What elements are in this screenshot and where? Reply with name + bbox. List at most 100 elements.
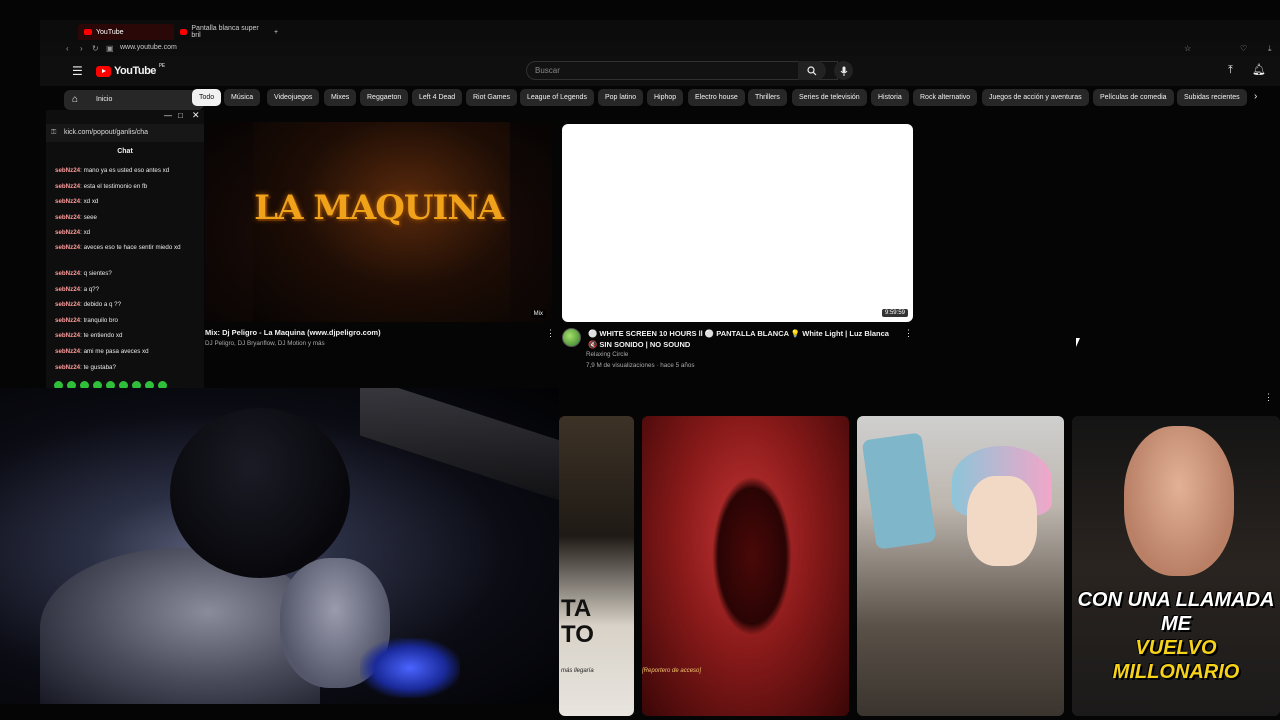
chip[interactable]: Reggaeton: [360, 89, 409, 106]
video-title-line: ⚪ WHITE SCREEN 10 HOURS ll ⚪ PANTALLA BL…: [588, 329, 889, 338]
notifications-icon[interactable]: 🔔︎: [1252, 63, 1266, 76]
youtube-play-icon: [96, 65, 111, 77]
chat-message: sebNz24: debido a q ??: [55, 300, 195, 309]
heart-icon[interactable]: ♡: [1240, 44, 1247, 53]
search-icon: [807, 65, 817, 75]
reload-icon[interactable]: ↻: [92, 44, 99, 53]
keyboard-light: [360, 638, 460, 698]
chip[interactable]: Pop latino: [598, 89, 644, 106]
chat-message: sebNz24: q sientes?: [55, 269, 195, 278]
chip[interactable]: Videojuegos: [267, 89, 320, 106]
short-caption: CON UNA LLAMADA ME VUELVO MILLONARIO: [1072, 588, 1280, 684]
new-tab-button[interactable]: +: [268, 24, 284, 40]
chip[interactable]: Subidas recientes: [1177, 89, 1247, 106]
chip[interactable]: Hiphop: [647, 89, 684, 106]
video-thumbnail[interactable]: LA MAQUINA Mix: [205, 122, 552, 322]
chip[interactable]: Left 4 Dead: [412, 89, 463, 106]
phone-image: [861, 432, 937, 550]
person-head: [1124, 426, 1234, 576]
tab-label: YouTube: [96, 28, 124, 36]
chip[interactable]: Juegos de acción y aventuras: [982, 89, 1089, 106]
chip[interactable]: Mixes: [324, 89, 357, 106]
chat-text: te entiendo xd: [83, 332, 123, 339]
chat-username[interactable]: sebNz24: [55, 229, 80, 236]
short-overlay-text: TA TO: [561, 595, 594, 648]
channel-avatar[interactable]: [562, 328, 581, 347]
chip[interactable]: Electro house: [688, 89, 745, 106]
tab-youtube[interactable]: YouTube: [78, 24, 174, 40]
sidebar-item-home[interactable]: ⌂ Inicio: [64, 90, 204, 110]
chat-text: debido a q ??: [83, 301, 122, 308]
back-icon[interactable]: ‹: [66, 44, 69, 53]
channel-name[interactable]: Relaxing Circle: [586, 351, 628, 358]
chat-username[interactable]: sebNz24: [55, 286, 80, 293]
chat-username[interactable]: sebNz24: [55, 270, 80, 277]
chip[interactable]: Películas de comedia: [1093, 89, 1174, 106]
chip[interactable]: Thrillers: [748, 89, 787, 106]
popup-url[interactable]: kick.com/popout/ganlis/cha: [46, 124, 204, 142]
upload-icon[interactable]: ⤒: [1228, 64, 1233, 77]
webcam-overlay: [0, 388, 559, 704]
home-icon: ⌂: [72, 94, 79, 105]
chevron-right-icon[interactable]: ›: [1254, 91, 1257, 102]
chat-username[interactable]: sebNz24: [55, 301, 80, 308]
tab-pantalla-blanca[interactable]: Pantalla blanca super bril: [174, 24, 270, 40]
webcam-person-head: [170, 408, 350, 578]
chat-username[interactable]: sebNz24: [55, 348, 80, 355]
person-face: [967, 476, 1037, 566]
chat-username[interactable]: sebNz24: [55, 214, 80, 221]
chip[interactable]: Series de televisión: [792, 89, 867, 106]
close-icon[interactable]: ✕: [192, 110, 200, 121]
more-options-icon[interactable]: ⋮: [546, 328, 555, 339]
more-options-icon[interactable]: ⋮: [1264, 392, 1273, 403]
chat-message: sebNz24: tranquilo bro: [55, 316, 195, 325]
video-meta: DJ Peligro, DJ Bryanflow, DJ Motion y má…: [205, 340, 325, 347]
short-thumbnail[interactable]: [857, 416, 1064, 716]
search-input[interactable]: Buscar: [526, 61, 838, 80]
chip[interactable]: Música: [224, 89, 261, 106]
menu-icon[interactable]: ☰: [72, 64, 83, 78]
more-options-icon[interactable]: ⋮: [904, 328, 913, 339]
chat-username[interactable]: sebNz24: [55, 167, 80, 174]
chat-username[interactable]: sebNz24: [55, 198, 80, 205]
search-button[interactable]: [798, 61, 826, 80]
video-thumbnail[interactable]: 9:59:59: [562, 124, 913, 322]
address-bar: ‹ › ↻ ▣ www.youtube.com ☆ ♡ ⤓: [40, 42, 1280, 56]
chip[interactable]: Rock alternativo: [913, 89, 978, 106]
youtube-logo[interactable]: YouTube PE: [96, 63, 165, 77]
kick-chat-window: — □ ✕ kick.com/popout/ganlis/cha ⚿ Chat …: [46, 110, 204, 390]
chat-text: q sientes?: [83, 270, 112, 277]
chat-username[interactable]: sebNz24: [55, 364, 80, 371]
bookmark-icon[interactable]: ☆: [1184, 44, 1191, 53]
youtube-favicon-icon: [84, 29, 92, 35]
short-thumbnail[interactable]: [Reportero de acceso]: [642, 416, 849, 716]
video-title[interactable]: Mix: Dj Peligro - La Maquina (www.djpeli…: [205, 328, 535, 337]
chip[interactable]: Historia: [871, 89, 909, 106]
chat-username[interactable]: sebNz24: [55, 183, 80, 190]
chat-message: sebNz24: esta el testimonio en fb: [55, 182, 195, 191]
forward-icon[interactable]: ›: [80, 44, 83, 53]
download-icon[interactable]: ⤓: [1268, 44, 1272, 54]
category-chips: Todo Música Videojuegos Mixes Reggaeton …: [192, 89, 1272, 107]
chip[interactable]: Todo: [192, 89, 222, 106]
video-title[interactable]: ⚪ WHITE SCREEN 10 HOURS ll ⚪ PANTALLA BL…: [588, 328, 900, 350]
lock-icon: ▣: [106, 44, 114, 53]
chat-text: esta el testimonio en fb: [83, 183, 148, 190]
chip[interactable]: Riot Games: [466, 89, 517, 106]
caption-line: VUELVO MILLONARIO: [1112, 637, 1240, 683]
chat-message: sebNz24: ami me pasa aveces xd: [55, 347, 195, 356]
chat-message: sebNz24: xd: [55, 228, 195, 237]
chat-username[interactable]: sebNz24: [55, 332, 80, 339]
chat-text: xd: [83, 229, 91, 236]
chat-username[interactable]: sebNz24: [55, 244, 80, 251]
short-thumbnail[interactable]: TA TO más llegaría: [559, 416, 634, 716]
url-text[interactable]: www.youtube.com: [120, 44, 177, 51]
minimize-icon[interactable]: —: [164, 111, 172, 120]
chat-text: xd xd: [83, 198, 99, 205]
maximize-icon[interactable]: □: [178, 111, 183, 120]
chat-username[interactable]: sebNz24: [55, 317, 80, 324]
caption-line: CON UNA LLAMADA ME: [1077, 589, 1275, 635]
chip[interactable]: League of Legends: [520, 89, 594, 106]
voice-search-button[interactable]: [834, 61, 853, 80]
short-thumbnail[interactable]: CON UNA LLAMADA ME VUELVO MILLONARIO: [1072, 416, 1280, 716]
